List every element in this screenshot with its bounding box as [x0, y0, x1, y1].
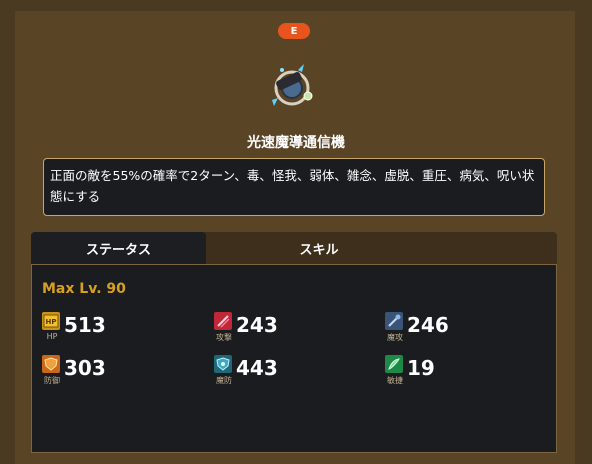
- stat-magic-attack: 魔攻 246: [385, 312, 545, 348]
- tab-bar: ステータス スキル: [31, 232, 557, 264]
- stat-agility: 敏捷 19: [385, 355, 545, 391]
- attack-icon: [214, 312, 232, 330]
- stat-value: 246: [407, 313, 449, 337]
- stat-label: 防御: [44, 376, 60, 385]
- tab-skill[interactable]: スキル: [206, 232, 432, 264]
- magic-attack-icon: [385, 312, 403, 330]
- stat-label: 魔防: [216, 376, 232, 385]
- hp-icon: HP: [42, 312, 60, 330]
- stat-value: 443: [236, 356, 278, 380]
- stat-value: 513: [64, 313, 106, 337]
- stat-label: 攻撃: [216, 333, 232, 342]
- stat-magic-defense: 魔防 443: [214, 355, 374, 391]
- defense-icon: [42, 355, 60, 373]
- magic-defense-icon: [214, 355, 232, 373]
- tab-status[interactable]: ステータス: [31, 232, 206, 264]
- svg-text:HP: HP: [46, 318, 57, 326]
- stat-value: 243: [236, 313, 278, 337]
- communicator-item-icon: [262, 58, 322, 114]
- max-level-label: Max Lv. 90: [42, 281, 126, 297]
- item-name: 光速魔導通信機: [247, 135, 345, 151]
- stats-panel: Max Lv. 90 HP HP 513 攻撃 243 魔攻 246 防御 30…: [31, 264, 557, 453]
- item-description: 正面の敵を55%の確率で2ターン、毒、怪我、弱体、雑念、虚脱、重圧、病気、呪い状…: [43, 158, 545, 216]
- stat-attack: 攻撃 243: [214, 312, 374, 348]
- stat-value: 19: [407, 356, 435, 380]
- agility-icon: [385, 355, 403, 373]
- stat-value: 303: [64, 356, 106, 380]
- stat-label: HP: [46, 332, 58, 341]
- stat-defense: 防御 303: [42, 355, 202, 391]
- stat-label: 敏捷: [387, 376, 403, 385]
- stat-hp: HP HP 513: [42, 312, 202, 348]
- stat-label: 魔攻: [387, 333, 403, 342]
- rank-badge: E: [278, 23, 310, 39]
